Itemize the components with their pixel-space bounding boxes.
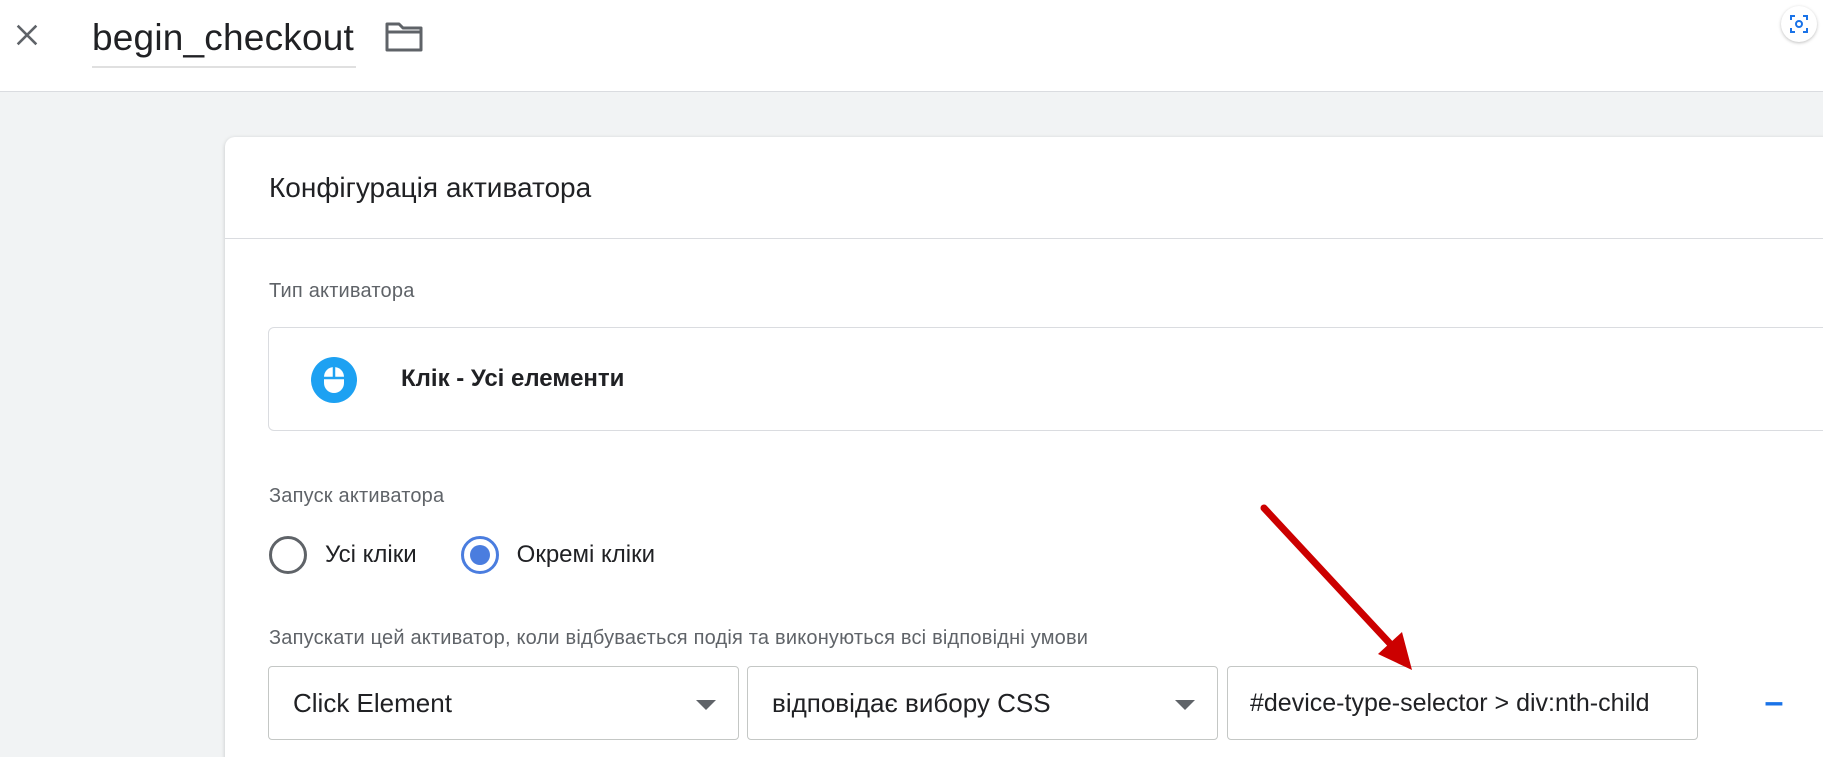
variable-select[interactable]: Click Element [268,666,739,740]
chevron-down-icon [1175,700,1195,710]
folder-icon [385,22,423,52]
operator-select[interactable]: відповідає вибору CSS [747,666,1218,740]
trigger-type-label: Тип активатора [269,280,415,302]
trigger-type-icon [311,357,357,403]
tag-title: begin_checkout [92,17,354,58]
fire-on-radio-group: Усі кліки Окремі кліки [269,533,699,577]
trigger-type-selector[interactable]: Клік - Усі елементи [268,327,1823,431]
radio-label: Окремі кліки [516,541,656,568]
card-header: Конфігурація активатора [225,137,1823,239]
screenshot-button[interactable] [1781,6,1817,42]
mouse-icon [324,367,344,393]
fire-on-label: Запуск активатора [269,485,445,507]
condition-label: Запускати цей активатор, коли відбуваєть… [269,627,1089,649]
trigger-configuration-card: Конфігурація активатора Тип активатора К… [225,137,1823,757]
radio-label: Усі кліки [325,541,417,568]
radio-all-clicks[interactable]: Усі кліки [269,536,417,574]
radio-button[interactable] [269,536,307,574]
condition-value-input[interactable] [1227,666,1698,740]
folder-button[interactable] [382,16,426,56]
tag-name-field[interactable]: begin_checkout [92,10,356,68]
screenshot-icon [1790,15,1808,33]
radio-button-selected[interactable] [460,536,499,574]
top-bar: begin_checkout [0,0,1823,92]
remove-condition-button[interactable]: – [1754,676,1794,728]
trigger-type-name: Клік - Усі елементи [401,365,625,392]
variable-select-value: Click Element [293,687,452,718]
radio-some-clicks[interactable]: Окремі кліки [460,536,656,574]
operator-select-value: відповідає вибору CSS [772,687,1051,718]
card-title: Конфігурація активатора [269,171,592,203]
close-button[interactable] [8,16,46,54]
close-icon [16,24,38,46]
chevron-down-icon [696,700,716,710]
